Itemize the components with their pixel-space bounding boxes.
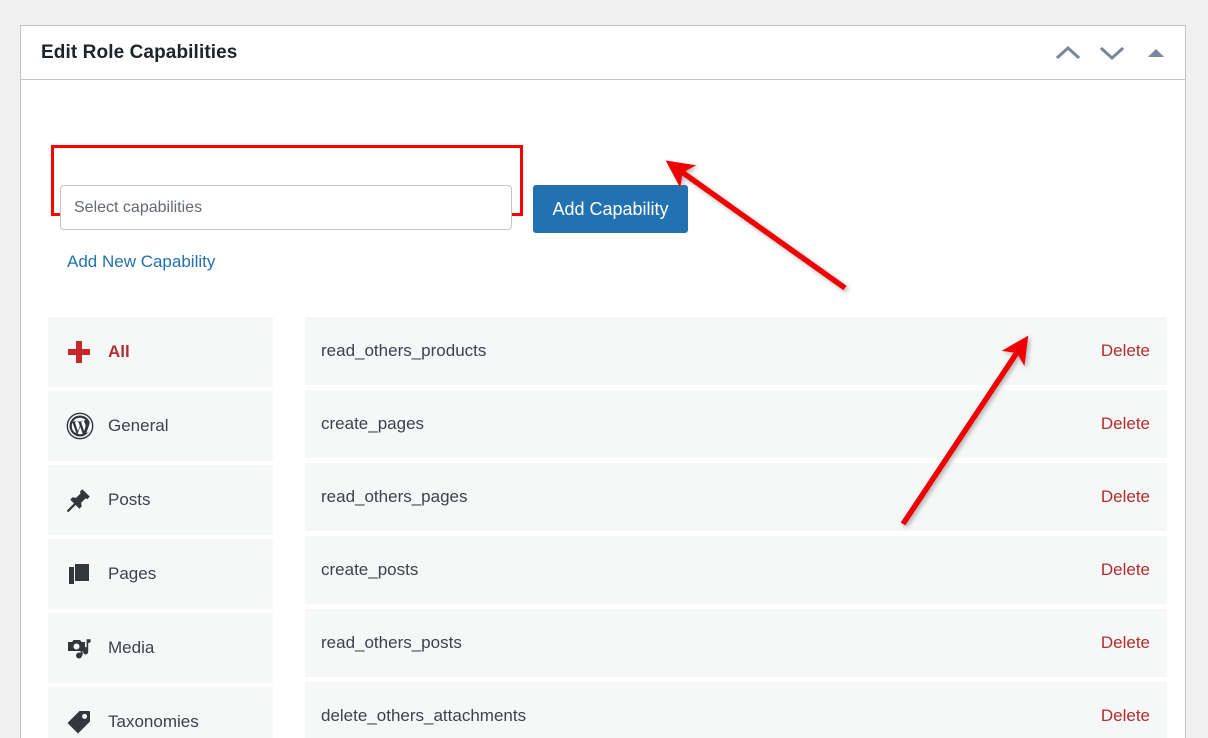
- table-row: read_others_pages Delete: [305, 463, 1167, 531]
- tag-icon: [66, 709, 108, 735]
- media-icon: [66, 635, 108, 661]
- sidebar-item-label: Taxonomies: [108, 712, 199, 732]
- page-title: Edit Role Capabilities: [41, 42, 237, 64]
- table-row: delete_others_attachments Delete: [305, 682, 1167, 738]
- capability-name: read_others_products: [321, 341, 486, 361]
- capability-name: create_posts: [321, 560, 418, 580]
- sidebar-item-label: Pages: [108, 564, 156, 584]
- capability-name: create_pages: [321, 414, 424, 434]
- sidebar-item-pages[interactable]: Pages: [48, 539, 273, 609]
- add-capability-form: Add Capability Add New Capability: [21, 80, 1185, 280]
- delete-capability-link[interactable]: Delete: [1101, 560, 1150, 580]
- move-down-icon[interactable]: [1097, 38, 1127, 68]
- plus-icon: [66, 339, 108, 365]
- capability-name: delete_others_attachments: [321, 706, 526, 726]
- add-capability-button[interactable]: Add Capability: [533, 185, 688, 233]
- table-row: create_posts Delete: [305, 536, 1167, 604]
- toggle-panel-icon[interactable]: [1141, 38, 1171, 68]
- sidebar-item-label: All: [108, 342, 130, 362]
- sidebar-item-general[interactable]: General: [48, 391, 273, 461]
- table-row: create_pages Delete: [305, 390, 1167, 458]
- select-capabilities-input[interactable]: [60, 185, 512, 230]
- capability-name: read_others_posts: [321, 633, 462, 653]
- pages-icon: [66, 561, 108, 587]
- delete-capability-link[interactable]: Delete: [1101, 341, 1150, 361]
- panel-header: Edit Role Capabilities: [21, 26, 1185, 80]
- capability-group-sidebar: All General: [48, 317, 273, 738]
- wordpress-icon: [66, 412, 108, 440]
- sidebar-item-label: Media: [108, 638, 154, 658]
- move-up-icon[interactable]: [1053, 38, 1083, 68]
- add-new-capability-link[interactable]: Add New Capability: [67, 252, 215, 272]
- table-row: read_others_products Delete: [305, 317, 1167, 385]
- delete-capability-link[interactable]: Delete: [1101, 633, 1150, 653]
- sidebar-item-media[interactable]: Media: [48, 613, 273, 683]
- sidebar-item-all[interactable]: All: [48, 317, 273, 387]
- panel-header-actions: [1053, 26, 1171, 80]
- delete-capability-link[interactable]: Delete: [1101, 706, 1150, 726]
- sidebar-item-label: General: [108, 416, 168, 436]
- capabilities-list: read_others_products Delete create_pages…: [305, 317, 1167, 738]
- sidebar-item-taxonomies[interactable]: Taxonomies: [48, 687, 273, 738]
- sidebar-item-label: Posts: [108, 490, 151, 510]
- pin-icon: [66, 487, 108, 513]
- delete-capability-link[interactable]: Delete: [1101, 487, 1150, 507]
- capability-name: read_others_pages: [321, 487, 468, 507]
- delete-capability-link[interactable]: Delete: [1101, 414, 1150, 434]
- table-row: read_others_posts Delete: [305, 609, 1167, 677]
- edit-role-capabilities-panel: Edit Role Capabilities Add Capability Ad…: [20, 25, 1186, 738]
- screen: Edit Role Capabilities Add Capability Ad…: [0, 0, 1208, 738]
- sidebar-item-posts[interactable]: Posts: [48, 465, 273, 535]
